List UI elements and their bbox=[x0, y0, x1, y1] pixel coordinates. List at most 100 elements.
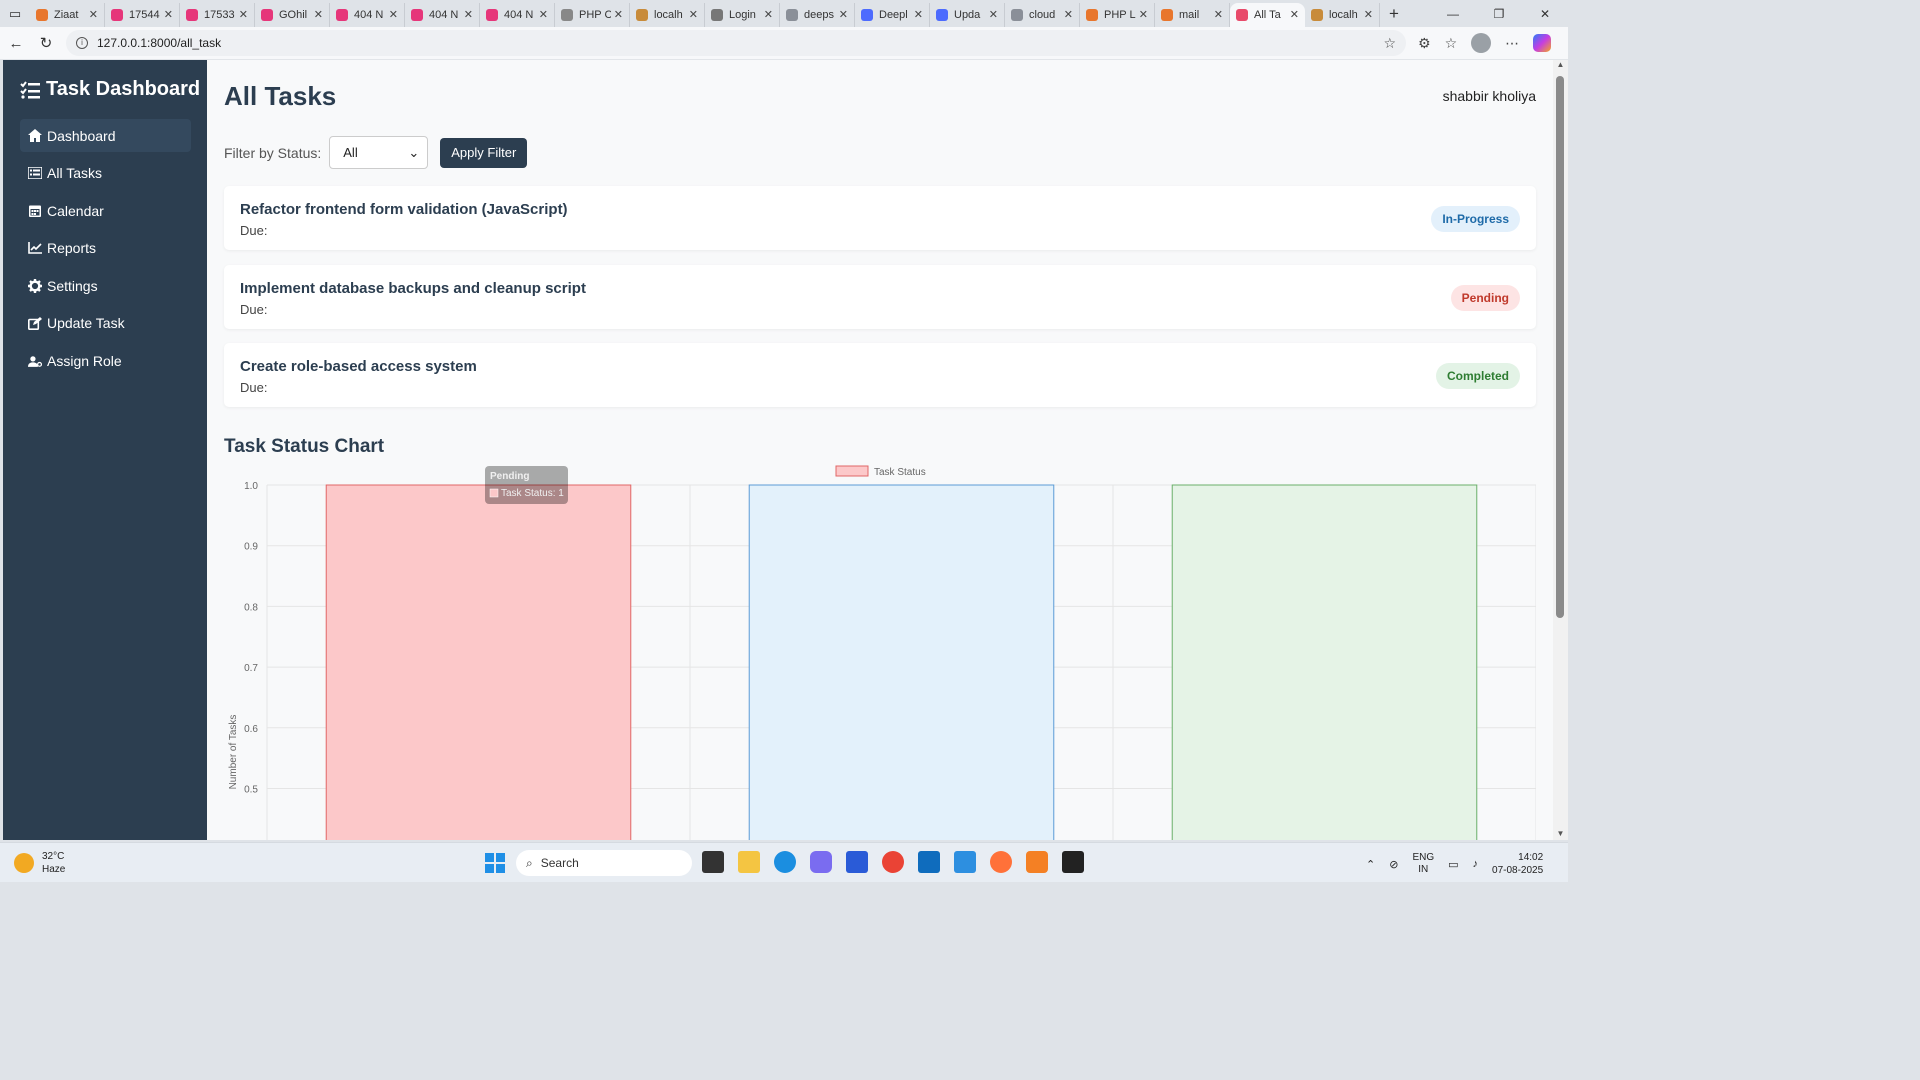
favorites-icon[interactable]: ☆ bbox=[1445, 35, 1458, 52]
new-tab-button[interactable]: + bbox=[1380, 4, 1408, 24]
site-info-icon[interactable]: i bbox=[76, 37, 88, 49]
store-icon[interactable] bbox=[846, 851, 868, 873]
file-explorer-icon[interactable] bbox=[738, 851, 760, 873]
start-button[interactable] bbox=[485, 853, 505, 873]
tab-close-icon[interactable]: ✕ bbox=[389, 8, 398, 21]
legend-label: Task Status bbox=[874, 467, 926, 478]
profile-avatar[interactable] bbox=[1471, 33, 1492, 53]
window-menu-icon[interactable]: ▭ bbox=[0, 0, 30, 27]
browser-tab[interactable]: GOhil ✕ bbox=[255, 2, 330, 27]
restore-icon[interactable]: ❐ bbox=[1476, 0, 1522, 27]
browser-tab[interactable]: mail ✕ bbox=[1155, 2, 1230, 27]
tab-close-icon[interactable]: ✕ bbox=[764, 8, 773, 21]
task-card[interactable]: Implement database backups and cleanup s… bbox=[224, 264, 1536, 329]
tab-close-icon[interactable]: ✕ bbox=[839, 8, 848, 21]
tab-close-icon[interactable]: ✕ bbox=[314, 8, 323, 21]
firefox-icon[interactable] bbox=[990, 851, 1012, 873]
task-view-icon[interactable] bbox=[702, 851, 724, 873]
tab-close-icon[interactable]: ✕ bbox=[989, 8, 998, 21]
browser-tab[interactable]: Login ✕ bbox=[705, 2, 780, 27]
minimize-icon[interactable]: — bbox=[1430, 0, 1476, 27]
terminal-icon[interactable] bbox=[1062, 851, 1084, 873]
volume-icon[interactable]: ♪ bbox=[1473, 858, 1479, 870]
apply-filter-button[interactable]: Apply Filter bbox=[440, 137, 528, 168]
weather-widget[interactable]: 32°C Haze bbox=[14, 850, 65, 876]
chrome-icon[interactable] bbox=[882, 851, 904, 873]
browser-tab[interactable]: deeps ✕ bbox=[780, 2, 855, 27]
tab-close-icon[interactable]: ✕ bbox=[464, 8, 473, 21]
more-menu-icon[interactable]: ⋯ bbox=[1505, 35, 1519, 52]
reload-icon[interactable]: ↻ bbox=[32, 34, 60, 52]
clock[interactable]: 14:02 07-08-2025 bbox=[1492, 851, 1543, 877]
tab-close-icon[interactable]: ✕ bbox=[164, 8, 173, 21]
browser-tab[interactable]: PHP C ✕ bbox=[555, 2, 630, 27]
extensions-icon[interactable]: ⚙ bbox=[1418, 35, 1431, 52]
browser-tab[interactable]: Upda ✕ bbox=[930, 2, 1005, 27]
edge-icon[interactable] bbox=[774, 851, 796, 873]
address-bar[interactable]: i 127.0.0.1:8000/all_task ☆ bbox=[66, 30, 1406, 56]
sidebar-item-assign-role[interactable]: Assign Role bbox=[20, 345, 191, 378]
browser-tab[interactable]: All Ta ✕ bbox=[1230, 2, 1305, 27]
browser-tab[interactable]: 404 N ✕ bbox=[330, 2, 405, 27]
tab-close-icon[interactable]: ✕ bbox=[1364, 8, 1373, 21]
scroll-up-icon[interactable]: ▲ bbox=[1553, 60, 1568, 69]
close-window-icon[interactable]: ✕ bbox=[1522, 0, 1568, 27]
copilot-icon[interactable] bbox=[1533, 34, 1552, 52]
browser-tab[interactable]: 404 N ✕ bbox=[480, 2, 555, 27]
browser-tab[interactable]: 404 N ✕ bbox=[405, 2, 480, 27]
tab-close-icon[interactable]: ✕ bbox=[689, 8, 698, 21]
sidebar-item-update-task[interactable]: Update Task bbox=[20, 307, 191, 340]
sidebar-item-calendar[interactable]: Calendar bbox=[20, 194, 191, 227]
sidebar-item-all-tasks[interactable]: All Tasks bbox=[20, 157, 191, 190]
tab-close-icon[interactable]: ✕ bbox=[914, 8, 923, 21]
tab-close-icon[interactable]: ✕ bbox=[1139, 8, 1148, 21]
tab-close-icon[interactable]: ✕ bbox=[89, 8, 98, 21]
browser-tab[interactable]: 17544 ✕ bbox=[105, 2, 180, 27]
window-controls: — ❐ ✕ bbox=[1430, 0, 1568, 27]
browser-tab[interactable]: PHP L ✕ bbox=[1080, 2, 1155, 27]
task-card[interactable]: Create role-based access system Due: Compl… bbox=[224, 343, 1536, 407]
back-icon[interactable]: ← bbox=[2, 35, 30, 52]
status-badge: In-Progress bbox=[1431, 206, 1520, 232]
system-tray: ⌃ ⊘ ENG IN ▭ ♪ 14:02 07-08-2025 bbox=[1366, 851, 1543, 877]
tab-close-icon[interactable]: ✕ bbox=[1214, 8, 1223, 21]
tab-title: PHP L bbox=[1104, 8, 1136, 21]
legend-swatch bbox=[835, 465, 869, 477]
browser-tab[interactable]: Ziaat ✕ bbox=[30, 2, 105, 27]
scroll-down-icon[interactable]: ▼ bbox=[1553, 829, 1568, 838]
sidebar-item-dashboard[interactable]: Dashboard bbox=[20, 119, 191, 152]
tab-close-icon[interactable]: ✕ bbox=[239, 8, 248, 21]
language-indicator[interactable]: ENG IN bbox=[1412, 852, 1434, 876]
tab-close-icon[interactable]: ✕ bbox=[1290, 8, 1299, 21]
browser-tab[interactable]: localh ✕ bbox=[1305, 2, 1380, 27]
browser-tab[interactable]: localh ✕ bbox=[630, 2, 705, 27]
user-name[interactable]: shabbir kholiya bbox=[1443, 88, 1536, 104]
scrollbar-thumb[interactable] bbox=[1556, 76, 1564, 618]
browser-tab[interactable]: 17533 ✕ bbox=[180, 2, 255, 27]
sidebar-item-label: Settings bbox=[47, 277, 98, 294]
page-scrollbar[interactable]: ▲ ▼ bbox=[1553, 60, 1568, 840]
tab-close-icon[interactable]: ✕ bbox=[614, 8, 623, 21]
task-due: Due: bbox=[240, 380, 268, 395]
taskbar-apps bbox=[702, 851, 1084, 873]
bookmark-star-icon[interactable]: ☆ bbox=[1383, 35, 1396, 52]
task-card[interactable]: Refactor frontend form validation (JavaS… bbox=[224, 186, 1536, 250]
tab-close-icon[interactable]: ✕ bbox=[539, 8, 548, 21]
browser-tab[interactable]: Deepl ✕ bbox=[855, 2, 930, 27]
copilot-app-icon[interactable] bbox=[810, 851, 832, 873]
vscode-icon[interactable] bbox=[954, 851, 976, 873]
network-icon[interactable]: ⊘ bbox=[1389, 858, 1398, 871]
main-content: All Tasks shabbir kholiya Filter by Stat… bbox=[207, 60, 1553, 840]
tooltip-swatch bbox=[489, 488, 499, 498]
chevron-up-icon[interactable]: ⌃ bbox=[1366, 858, 1375, 871]
sidebar-item-settings[interactable]: Settings bbox=[20, 269, 191, 302]
taskbar-search[interactable]: ⌕ Search bbox=[516, 850, 692, 876]
display-icon[interactable]: ▭ bbox=[1448, 858, 1458, 871]
xampp-icon[interactable] bbox=[1026, 851, 1048, 873]
browser-tab[interactable]: cloud ✕ bbox=[1005, 2, 1080, 27]
sidebar-item-reports[interactable]: Reports bbox=[20, 232, 191, 265]
sidebar-item-label: Update Task bbox=[47, 315, 125, 332]
status-filter-select[interactable]: All ⌄ bbox=[329, 136, 429, 169]
outlook-icon[interactable] bbox=[918, 851, 940, 873]
tab-close-icon[interactable]: ✕ bbox=[1064, 8, 1073, 21]
